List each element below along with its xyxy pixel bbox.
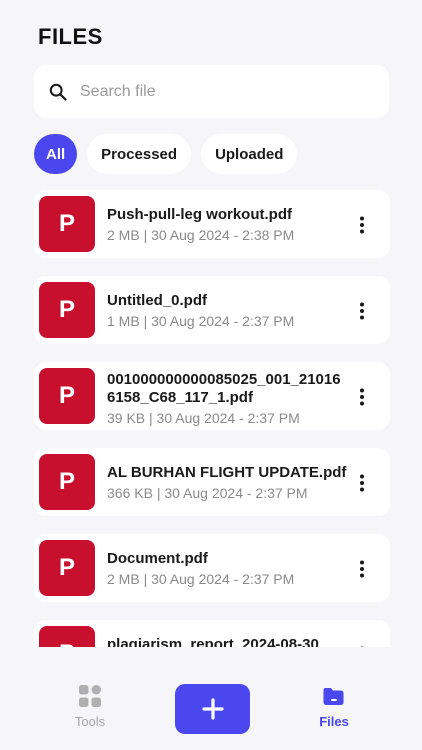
file-name: plagiarism_report_2024-08-30 [107, 636, 319, 647]
filter-chips: All Processed Uploaded [34, 134, 298, 174]
more-options-button[interactable] [352, 214, 372, 236]
filter-chip-uploaded[interactable]: Uploaded [201, 134, 298, 174]
more-vertical-icon [360, 560, 364, 578]
more-options-button[interactable] [352, 558, 372, 580]
more-options-button[interactable] [352, 386, 372, 408]
plus-icon [201, 698, 224, 720]
nav-tools[interactable]: Tools [50, 684, 130, 729]
file-item[interactable]: P Untitled_0.pdf 1 MB | 30 Aug 2024 - 2:… [34, 276, 390, 344]
file-item[interactable]: P AL BURHAN FLIGHT UPDATE.pdf 366 KB | 3… [34, 448, 390, 516]
pdf-file-icon: P [39, 368, 95, 424]
file-info: Push-pull-leg workout.pdf 2 MB | 30 Aug … [107, 206, 347, 244]
search-box[interactable] [34, 65, 389, 118]
pdf-file-icon: P [39, 454, 95, 510]
nav-files-label: Files [319, 714, 349, 729]
file-list[interactable]: P Push-pull-leg workout.pdf 2 MB | 30 Au… [34, 190, 390, 647]
pdf-file-icon: P [39, 540, 95, 596]
more-options-button[interactable] [352, 300, 372, 322]
file-item[interactable]: P Document.pdf 2 MB | 30 Aug 2024 - 2:37… [34, 534, 390, 602]
more-vertical-icon [360, 302, 364, 320]
file-meta: 1 MB | 30 Aug 2024 - 2:37 PM [107, 313, 295, 329]
file-name: AL BURHAN FLIGHT UPDATE.pdf [107, 464, 347, 481]
grid-icon [79, 685, 101, 707]
more-options-button[interactable] [352, 644, 372, 647]
folder-icon [323, 688, 344, 705]
file-meta: 366 KB | 30 Aug 2024 - 2:37 PM [107, 485, 308, 501]
pdf-file-icon: P [39, 282, 95, 338]
file-info: Untitled_0.pdf 1 MB | 30 Aug 2024 - 2:37… [107, 292, 347, 330]
more-vertical-icon [360, 474, 364, 492]
nav-files[interactable]: Files [294, 684, 374, 729]
search-icon [48, 82, 68, 102]
search-input[interactable] [80, 82, 360, 101]
files-screen: FILES All Processed Uploaded P Push-pull… [0, 0, 422, 750]
bottom-navigation: Tools Files [0, 662, 422, 750]
file-meta: 2 MB | 30 Aug 2024 - 2:37 PM [107, 571, 295, 587]
file-name: 001000000000085025_001_210166158_C68_117… [107, 371, 341, 406]
pdf-file-icon: P [39, 626, 95, 647]
file-meta: 39 KB | 30 Aug 2024 - 2:37 PM [107, 410, 300, 426]
file-name: Untitled_0.pdf [107, 292, 207, 309]
file-name: Document.pdf [107, 550, 208, 567]
file-item[interactable]: P 001000000000085025_001_210166158_C68_1… [34, 362, 390, 430]
more-vertical-icon [360, 646, 364, 647]
more-vertical-icon [360, 216, 364, 234]
nav-tools-label: Tools [74, 714, 106, 729]
more-options-button[interactable] [352, 472, 372, 494]
pdf-file-icon: P [39, 196, 95, 252]
add-file-button[interactable] [175, 684, 250, 734]
file-info: AL BURHAN FLIGHT UPDATE.pdf 366 KB | 30 … [107, 464, 347, 502]
file-name: Push-pull-leg workout.pdf [107, 206, 292, 223]
filter-chip-processed[interactable]: Processed [87, 134, 192, 174]
file-info: plagiarism_report_2024-08-30 [107, 636, 347, 647]
page-title: FILES [38, 24, 103, 49]
file-item[interactable]: P Push-pull-leg workout.pdf 2 MB | 30 Au… [34, 190, 390, 258]
more-vertical-icon [360, 388, 364, 406]
file-info: 001000000000085025_001_210166158_C68_117… [107, 371, 347, 427]
file-info: Document.pdf 2 MB | 30 Aug 2024 - 2:37 P… [107, 550, 347, 588]
file-item[interactable]: P plagiarism_report_2024-08-30 [34, 620, 390, 647]
file-meta: 2 MB | 30 Aug 2024 - 2:38 PM [107, 227, 295, 243]
filter-chip-all[interactable]: All [34, 134, 78, 174]
